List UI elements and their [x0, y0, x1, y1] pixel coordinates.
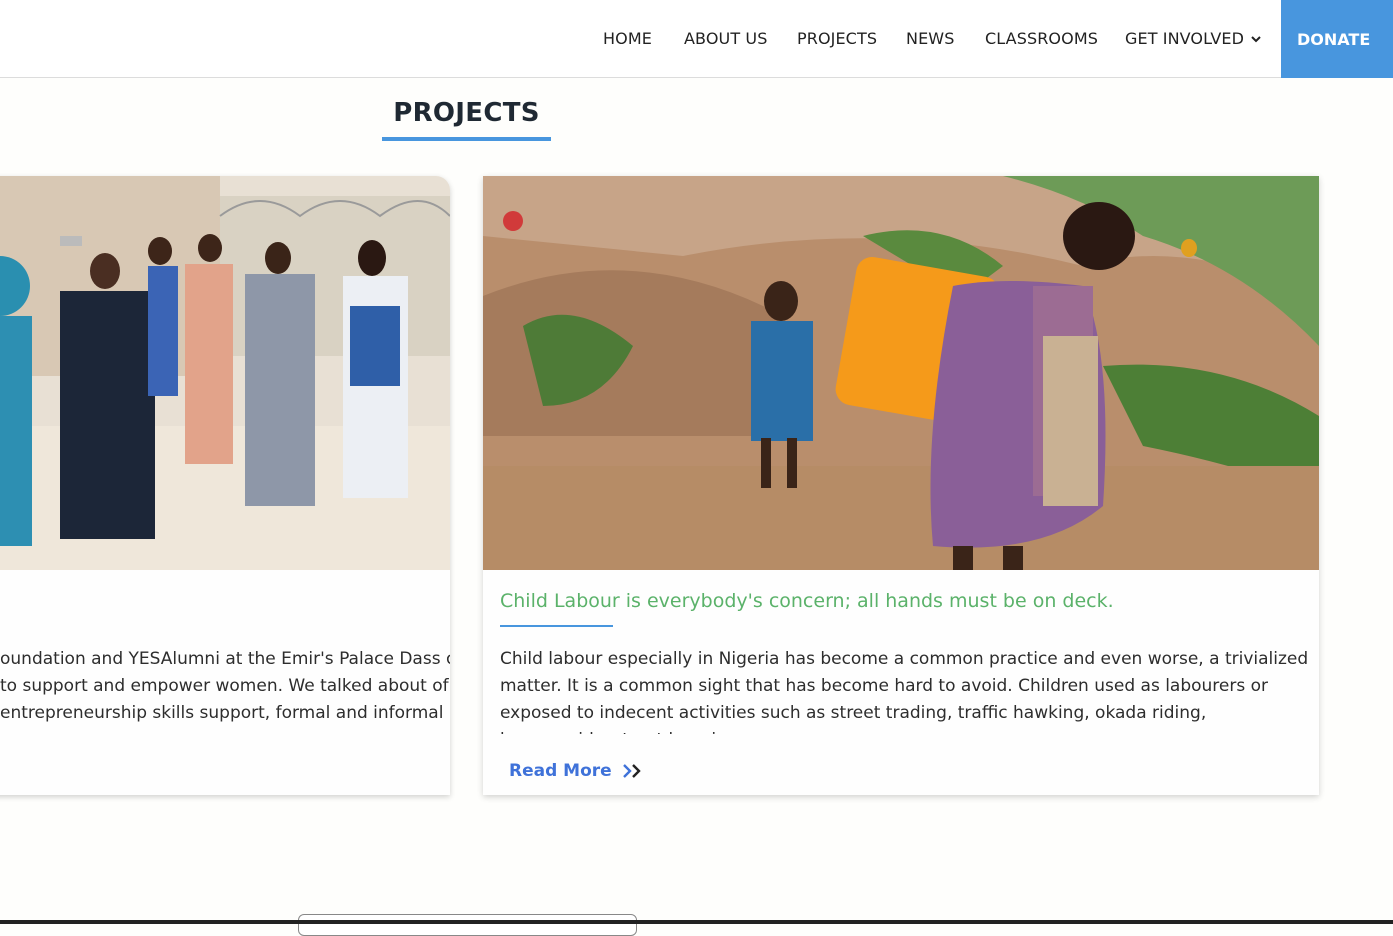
donate-button[interactable]: DONATE: [1281, 0, 1393, 78]
nav-get-involved-label: GET INVOLVED: [1125, 29, 1245, 48]
project-photo-group[interactable]: [0, 176, 450, 570]
chevron-down-icon: [1251, 36, 1261, 43]
project-card: oundation and YESAlumni at the Emir's Pa…: [0, 176, 450, 795]
read-more-link[interactable]: Read More: [509, 761, 644, 781]
project-title[interactable]: Child Labour is everybody's concern; all…: [500, 589, 1114, 613]
project-excerpt: Child labour especially in Nigeria has b…: [500, 649, 1309, 734]
nav-get-involved[interactable]: GET INVOLVED: [1125, 29, 1262, 49]
nav-classrooms[interactable]: CLASSROOMS: [985, 29, 1098, 49]
footer-border: [0, 920, 1393, 924]
section-title-underline: [382, 137, 551, 141]
nav-home[interactable]: HOME: [603, 29, 652, 49]
nav-projects[interactable]: PROJECTS: [797, 29, 877, 49]
footer-element: [298, 914, 637, 936]
project-photo-child-labour[interactable]: [483, 176, 1319, 570]
nav-news[interactable]: NEWS: [906, 29, 954, 49]
double-chevron-right-icon: [622, 764, 641, 778]
read-more-label: Read More: [509, 761, 612, 781]
section-title: PROJECTS: [393, 98, 540, 128]
project-excerpt: oundation and YESAlumni at the Emir's Pa…: [0, 649, 450, 723]
top-navbar: HOME ABOUT US PROJECTS NEWS CLASSROOMS G…: [0, 0, 1393, 78]
nav-about-us[interactable]: ABOUT US: [684, 29, 767, 49]
project-title-underline: [500, 625, 613, 627]
project-card-child-labour: Child Labour is everybody's concern; all…: [483, 176, 1319, 795]
